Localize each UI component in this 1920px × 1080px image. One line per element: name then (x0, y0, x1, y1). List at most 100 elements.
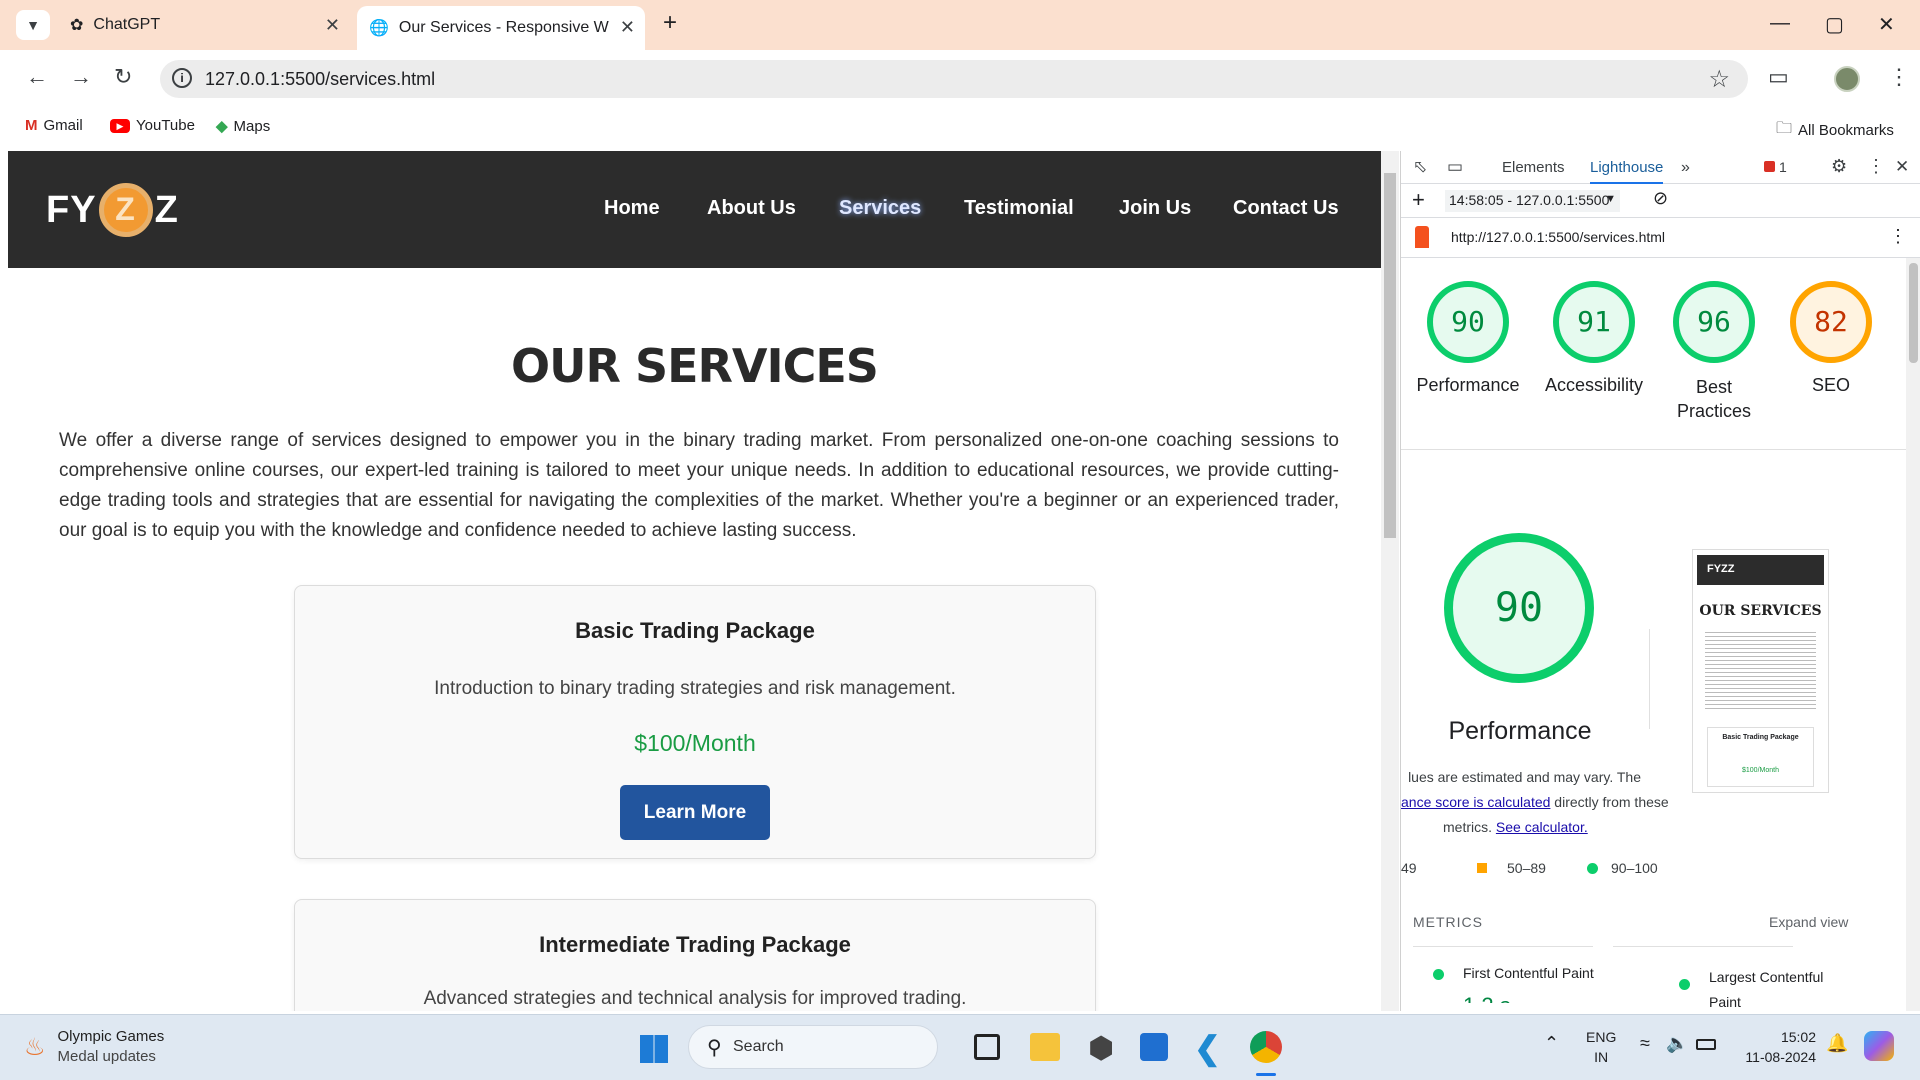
score-calc-link[interactable]: ance score is calculated (1401, 794, 1550, 810)
bookmark-star-icon[interactable]: ☆ (1708, 65, 1730, 94)
settings-gear-icon[interactable]: ⚙ (1831, 156, 1847, 177)
logo-text: Z (154, 188, 179, 231)
store-icon[interactable] (1140, 1033, 1168, 1061)
youtube-icon: ▶ (110, 118, 130, 133)
card-description: Introduction to binary trading strategie… (434, 678, 956, 699)
chatgpt-icon: ✿ (70, 17, 84, 34)
scrollbar-thumb[interactable] (1909, 263, 1918, 363)
windows-start-icon[interactable] (640, 1035, 668, 1063)
calculator-link[interactable]: See calculator. (1496, 819, 1588, 835)
battery-icon[interactable] (1696, 1039, 1716, 1050)
big-score-label: Performance (1448, 717, 1592, 745)
close-icon[interactable]: ✕ (325, 15, 340, 36)
taskbar-search[interactable]: ⚲ Search (688, 1025, 938, 1069)
forward-icon[interactable]: → (70, 64, 92, 90)
window-close-icon[interactable]: ✕ (1878, 12, 1895, 37)
nav-contact[interactable]: Contact Us (1233, 197, 1339, 220)
issues-count: 1 (1779, 159, 1787, 175)
maps-icon: ◆ (216, 118, 228, 135)
file-explorer-icon[interactable] (1030, 1033, 1060, 1061)
reload-icon[interactable]: ↻ (114, 64, 132, 90)
close-icon[interactable]: ✕ (620, 17, 635, 38)
new-tab-icon[interactable]: + (663, 9, 677, 37)
report-select-value: 14:58:05 - 127.0.0.1:5500 (1449, 192, 1610, 208)
score-accessibility[interactable]: 91 Accessibility (1529, 281, 1659, 396)
tab-elements[interactable]: Elements (1502, 159, 1565, 176)
score-label: Best Practices (1676, 377, 1752, 421)
page-scrollbar[interactable] (1381, 151, 1399, 1011)
divider (1649, 629, 1650, 729)
language-indicator[interactable]: ENG IN (1586, 1027, 1616, 1067)
devtools-menu-icon[interactable]: ⋮ (1867, 156, 1885, 177)
thumbnail-header: FYZZ (1697, 555, 1824, 585)
address-bar[interactable]: i 127.0.0.1:5500/services.html ☆ (160, 60, 1748, 98)
score-ring: 82 (1790, 281, 1872, 363)
notification-bell-icon[interactable]: 🔔 (1826, 1033, 1848, 1054)
tab-services[interactable]: 🌐 Our Services - Responsive Web ✕ (357, 6, 645, 50)
note-line-3: metrics. See calculator. (1401, 815, 1641, 840)
widget-olympics[interactable]: ♨ Olympic Games Medal updates (24, 1027, 164, 1067)
report-menu-icon[interactable]: ⋮ (1889, 226, 1907, 247)
new-report-icon[interactable]: + (1412, 187, 1425, 213)
score-best-practices[interactable]: 96 Best Practices (1659, 281, 1769, 423)
nav-home[interactable]: Home (604, 197, 660, 220)
learn-more-button[interactable]: Learn More (620, 785, 770, 840)
minimize-icon[interactable]: — (1770, 12, 1790, 35)
tab-strip: ▼ ✿ ChatGPT ✕ 🌐 Our Services - Responsiv… (0, 0, 1920, 50)
card-price: $100/Month (634, 730, 756, 756)
copilot-icon[interactable] (1864, 1031, 1894, 1061)
vscode-icon[interactable]: ❮ (1194, 1029, 1221, 1067)
expand-view-button[interactable]: Expand view (1769, 914, 1848, 930)
more-tabs-icon[interactable]: » (1681, 159, 1690, 177)
all-bookmarks[interactable]: 🗀 All Bookmarks (1776, 117, 1894, 144)
nav-testimonial[interactable]: Testimonial (964, 197, 1074, 220)
back-icon[interactable]: ← (26, 64, 48, 90)
clear-icon[interactable]: ⊘ (1653, 188, 1668, 209)
note-text: directly from these (1550, 794, 1669, 810)
page-thumbnail[interactable]: FYZZ OUR SERVICES Basic Trading Package … (1692, 549, 1829, 793)
extensions-icon[interactable]: ▭ (1768, 64, 1789, 90)
report-select[interactable]: 14:58:05 - 127.0.0.1:5500 ▼ (1445, 190, 1620, 212)
clock[interactable]: 15:02 11-08-2024 (1736, 1027, 1816, 1067)
maximize-icon[interactable]: ▢ (1825, 12, 1844, 37)
site-info-icon[interactable]: i (172, 68, 192, 88)
devtools-close-icon[interactable]: ✕ (1895, 157, 1909, 177)
url-text: 127.0.0.1:5500/services.html (205, 69, 436, 89)
chrome-icon[interactable] (1250, 1031, 1282, 1063)
tab-title: ChatGPT (93, 16, 161, 33)
card-title: Intermediate Trading Package (539, 932, 851, 957)
nav-about[interactable]: About Us (707, 197, 796, 220)
legend-orange-square-icon (1477, 863, 1487, 873)
scrollbar-thumb[interactable] (1384, 173, 1396, 538)
wifi-icon[interactable]: ≈ (1640, 1033, 1650, 1054)
logo-coin-icon: Z (98, 183, 153, 237)
page-title: OUR SERVICES (511, 339, 879, 393)
search-icon: ⚲ (707, 1037, 722, 1059)
bookmark-youtube[interactable]: ▶ YouTube (110, 117, 195, 134)
menu-kebab-icon[interactable]: ⋮ (1888, 64, 1910, 90)
issues-badge[interactable]: 1 (1764, 159, 1787, 175)
report-url[interactable]: http://127.0.0.1:5500/services.html (1451, 229, 1665, 245)
nav-services[interactable]: Services (839, 197, 921, 220)
big-score-ring: 90 (1444, 533, 1594, 683)
app-hexagon-icon[interactable]: ⬢ (1088, 1031, 1114, 1066)
bookmark-maps[interactable]: ◆ Maps (216, 117, 270, 136)
site-logo[interactable]: FY Z Z (46, 181, 179, 239)
tab-chatgpt[interactable]: ✿ ChatGPT ✕ (60, 8, 350, 42)
avatar[interactable] (1834, 66, 1860, 92)
bookmark-gmail[interactable]: M Gmail (25, 117, 83, 134)
score-seo[interactable]: 82 SEO (1776, 281, 1886, 396)
nav-join[interactable]: Join Us (1119, 197, 1191, 220)
tab-lighthouse[interactable]: Lighthouse (1590, 159, 1664, 184)
devtools-scrollbar[interactable] (1906, 258, 1920, 1011)
inspect-icon[interactable]: ⬁ (1413, 157, 1427, 177)
device-toggle-icon[interactable]: ▭ (1447, 157, 1463, 177)
score-performance[interactable]: 90 Performance (1413, 281, 1523, 396)
task-view-icon[interactable] (974, 1034, 1000, 1060)
divider (1613, 946, 1793, 947)
devtools-tabbar: ⬁ ▭ Elements Lighthouse » 1 ⚙ ⋮ ✕ (1401, 151, 1920, 184)
tab-search-button[interactable]: ▼ (16, 10, 50, 40)
tray-chevron-up-icon[interactable]: ⌃ (1544, 1033, 1559, 1054)
legend-pass: 90–100 (1611, 860, 1658, 876)
volume-icon[interactable]: 🔈 (1666, 1033, 1688, 1054)
